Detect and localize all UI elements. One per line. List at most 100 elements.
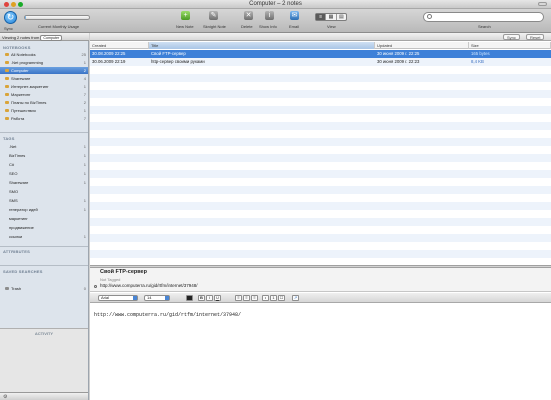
sidebar-divider	[0, 246, 88, 247]
search-field[interactable]	[423, 12, 544, 22]
delete-button[interactable]: ✕	[244, 11, 253, 21]
underline-button[interactable]: U	[214, 295, 221, 301]
inkey-note-button[interactable]: ✎	[209, 11, 218, 21]
notebooks-heading: NOTEBOOKS	[3, 45, 31, 50]
align-right-button[interactable]: ≡	[251, 295, 258, 301]
sidebar-item-tag[interactable]: генератор идей 1	[0, 206, 88, 213]
show-info-button[interactable]: i	[265, 11, 274, 21]
checkbox-button[interactable]: ☐	[278, 295, 285, 301]
font-size-select[interactable]: 14	[144, 295, 170, 301]
table-row[interactable]: 30.06.2009 22:19 http-сервер своими рукам…	[90, 58, 551, 66]
sidebar-item-tag[interactable]: маркетинг	[0, 215, 88, 222]
tag-label: ссылки	[9, 234, 23, 239]
gear-icon[interactable]: ⚙	[3, 394, 7, 400]
show-info-label: Show Info	[259, 24, 277, 29]
attributes-heading[interactable]: ATTRIBUTES	[3, 249, 30, 254]
sidebar-item-tag[interactable]: продвижение	[0, 224, 88, 231]
cell-size: 8,4 KB	[471, 59, 484, 64]
sidebar-item-tag[interactable]: SMS 1	[0, 197, 88, 204]
sync-icon: ↻	[6, 12, 15, 22]
align-center-button[interactable]: ≡	[243, 295, 250, 301]
bullet-list-button[interactable]: •	[262, 295, 269, 301]
view-card-icon[interactable]: ▤	[337, 14, 346, 20]
column-created[interactable]: Created	[90, 42, 149, 49]
column-header: Created Title Updated Size	[90, 42, 551, 49]
notebook-icon	[5, 101, 9, 104]
sidebar-item-notebook[interactable]: Интернет-маркетинг 1	[0, 83, 88, 90]
search-icon	[427, 14, 432, 19]
sidebar-item-notebook[interactable]: .Net programming 1	[0, 59, 88, 66]
note-body[interactable]: http://www.computerra.ru/gid/rtfm/intern…	[94, 312, 241, 318]
note-editor: Свой FTP-сервер Not Tagged http://www.co…	[90, 268, 551, 400]
info-icon: i	[265, 11, 274, 20]
column-title[interactable]: Title	[149, 42, 375, 49]
numbered-list-button[interactable]: 1	[270, 295, 277, 301]
sidebar-item-tag[interactable]: Shareware 1	[0, 179, 88, 186]
sidebar-item-notebook[interactable]: Планы по BizTimes 2	[0, 99, 88, 106]
italic-button[interactable]: I	[206, 295, 213, 301]
sidebar-item-notebook[interactable]: Путешествия 1	[0, 107, 88, 114]
new-note-button[interactable]: +	[181, 11, 190, 21]
sidebar-item-tag[interactable]: BizTimes 1	[0, 152, 88, 159]
cell-updated: 30 июня 2009 г. 22:25	[377, 51, 420, 56]
inkey-note-label: Sknight Note	[203, 24, 226, 29]
tag-count: 1	[83, 198, 86, 203]
viewing-notebook-select[interactable]: Computer	[40, 35, 63, 41]
sidebar-divider	[0, 265, 88, 266]
window-title: Computer – 2 notes	[249, 1, 302, 7]
sidebar-item-trash[interactable]: Trash 0	[0, 285, 88, 292]
sidebar-item-tag[interactable]: C# 1	[0, 161, 88, 168]
link-icon[interactable]: ↗	[292, 295, 299, 301]
usage-meter-fill	[25, 16, 27, 19]
title-bar: Computer – 2 notes	[0, 0, 551, 9]
tag-count: 1	[83, 153, 86, 158]
tag-label: SMS	[9, 198, 18, 203]
sidebar-item-count: 0	[83, 286, 86, 291]
note-rows: 30.08.2009 22:25 Свой FTP-сервер 30 июня 2…	[90, 50, 551, 265]
text-color-button[interactable]	[186, 295, 193, 301]
reset-button[interactable]: Reset	[526, 34, 545, 40]
trash-icon: ✕	[244, 11, 253, 20]
activity-panel: ACTIVITY	[0, 328, 88, 392]
sidebar-item-notebook[interactable]: Работа 7	[0, 115, 88, 122]
sidebar-item-count: 4	[83, 76, 86, 81]
tag-count: 1	[83, 180, 86, 185]
sidebar-item-notebook[interactable]: All Notebooks 25	[0, 51, 88, 58]
sync-list-button[interactable]: Sync	[503, 34, 520, 40]
notebook-icon	[5, 77, 9, 80]
column-updated[interactable]: Updated	[375, 42, 469, 49]
note-tags[interactable]: Not Tagged	[100, 277, 120, 282]
envelope-icon: ✉	[290, 11, 299, 20]
tag-label: SMO	[9, 189, 19, 194]
align-left-button[interactable]: ≡	[235, 295, 242, 301]
sidebar-item-label: .Net programming	[11, 60, 44, 65]
tag-label: генератор идей	[9, 207, 38, 212]
usage-meter	[24, 15, 90, 20]
notebook-icon	[5, 93, 9, 96]
sidebar-item-tag[interactable]: ссылки 1	[0, 233, 88, 240]
sync-button[interactable]: ↻	[4, 11, 17, 24]
note-title[interactable]: Свой FTP-сервер	[100, 269, 147, 275]
note-source-url[interactable]: http://www.computerra.ru/gid/rtfm/intern…	[100, 283, 198, 288]
column-size[interactable]: Size	[469, 42, 551, 49]
tags-heading[interactable]: TAGS	[3, 136, 15, 141]
email-label: Email	[289, 24, 300, 29]
toolbar-toggle-button[interactable]	[538, 2, 547, 6]
view-list-icon[interactable]: ≡	[316, 14, 327, 20]
view-thumbnail-icon[interactable]: ▦	[326, 14, 337, 20]
sidebar-item-count: 7	[83, 116, 86, 121]
sidebar-item-tag[interactable]: SMO	[0, 188, 88, 195]
sidebar-item-notebook[interactable]: Computer 2	[0, 67, 88, 74]
table-row[interactable]: 30.08.2009 22:25 Свой FTP-сервер 30 июня 2…	[90, 50, 551, 58]
sidebar-item-notebook[interactable]: Маркетинг 7	[0, 91, 88, 98]
sidebar-item-notebook[interactable]: Shareware 4	[0, 75, 88, 82]
sidebar-item-tag[interactable]: .Net 1	[0, 143, 88, 150]
email-button[interactable]: ✉	[290, 11, 299, 21]
font-select[interactable]: Arial	[98, 295, 138, 301]
bold-button[interactable]: B	[198, 295, 205, 301]
format-bar: Arial 14 B I U ≡ ≡ ≡ • 1 ☐ ↗	[90, 293, 551, 303]
sidebar-item-tag[interactable]: SEO 1	[0, 170, 88, 177]
cell-title: http-сервер своими руками	[151, 59, 205, 64]
view-switcher[interactable]: ≡ ▦ ▤	[315, 13, 347, 21]
tag-label: BizTimes	[9, 153, 26, 158]
